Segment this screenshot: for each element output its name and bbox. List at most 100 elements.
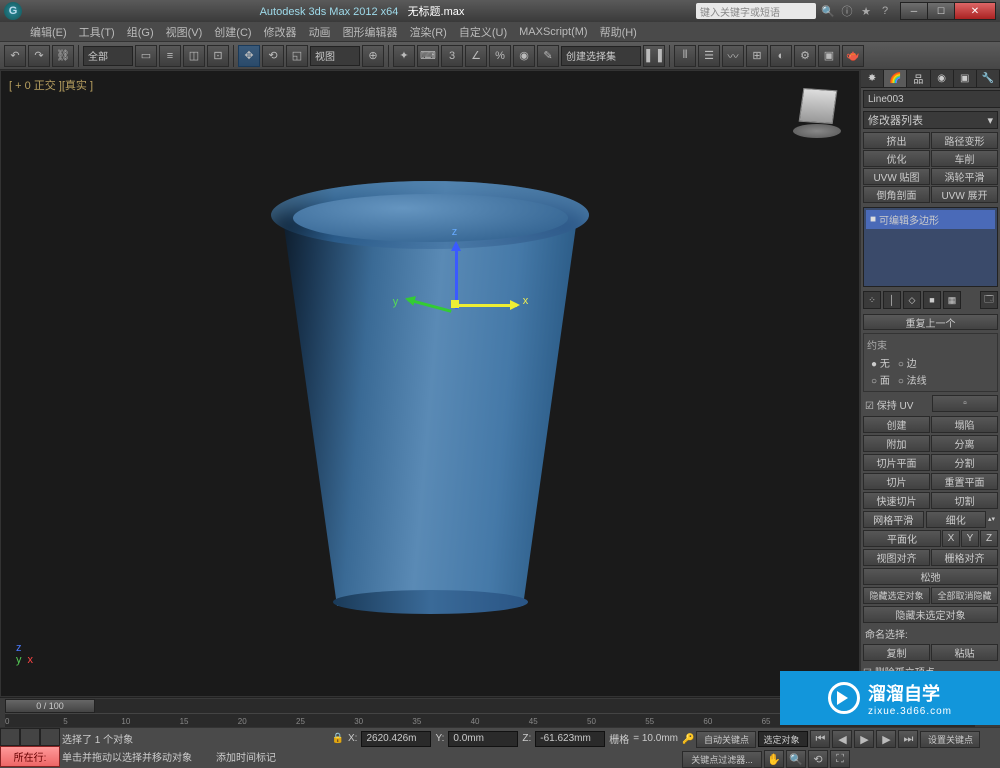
menu-modifiers[interactable]: 修改器 [258, 22, 303, 42]
undo-icon[interactable]: ↶ [4, 45, 26, 67]
goto-line[interactable]: 所在行: [0, 746, 60, 767]
menu-grapheditors[interactable]: 图形编辑器 [337, 22, 404, 42]
maximize-button[interactable] [927, 2, 955, 20]
subobj-edge-icon[interactable]: │ [883, 291, 901, 309]
curveeditor-icon[interactable]: 〰 [722, 45, 744, 67]
btn-cut[interactable]: 切割 [931, 492, 998, 509]
btn-turbosmooth[interactable]: 涡轮平滑 [931, 168, 998, 185]
editnamedselset-icon[interactable]: ✎ [537, 45, 559, 67]
refcoord-dropdown[interactable]: 视图 [310, 46, 360, 66]
question-icon[interactable]: ? [877, 3, 893, 19]
nav-orbit-icon[interactable]: ⟲ [808, 750, 828, 768]
btn-copy[interactable]: 复制 [863, 644, 930, 661]
check-preserve-uv[interactable]: 保持 UV [863, 395, 931, 414]
play-icon[interactable]: ▶ [854, 730, 874, 748]
filter-dropdown[interactable]: 全部 [83, 46, 133, 66]
btn-setkey[interactable]: 设置关键点 [920, 731, 980, 748]
percentsnap-icon[interactable]: % [489, 45, 511, 67]
keymode-dropdown[interactable]: 选定对象 [758, 731, 808, 747]
tab-utilities[interactable]: 🔧 [977, 70, 1000, 87]
btn-resetplane[interactable]: 重置平面 [931, 473, 998, 490]
btn-gridalign[interactable]: 栅格对齐 [931, 549, 998, 566]
tab-display[interactable]: ▣ [954, 70, 977, 87]
menu-customize[interactable]: 自定义(U) [453, 22, 513, 42]
btn-tessellate[interactable]: 细化 [926, 511, 987, 528]
pivot-icon[interactable]: ⊕ [362, 45, 384, 67]
script-btn2[interactable] [20, 728, 40, 746]
play-start-icon[interactable]: ⏮ [810, 730, 830, 748]
namedselset-dropdown[interactable]: 创建选择集 [561, 46, 641, 66]
anglesnap-icon[interactable]: ∠ [465, 45, 487, 67]
subobj-vertex-icon[interactable]: ⁘ [863, 291, 881, 309]
select-name-icon[interactable]: ≡ [159, 45, 181, 67]
keymode-icon[interactable]: ⌨ [417, 45, 439, 67]
spinner-icon[interactable]: ▴▾ [988, 516, 998, 523]
btn-create[interactable]: 创建 [863, 416, 930, 433]
btn-hidesel[interactable]: 隐藏选定对象 [863, 587, 930, 604]
stack-config-icon[interactable]: 🗔 [980, 291, 998, 309]
btn-paste[interactable]: 粘贴 [931, 644, 998, 661]
select-region-icon[interactable]: ◫ [183, 45, 205, 67]
mirror-icon[interactable]: ▌▐ [643, 45, 665, 67]
btn-attach[interactable]: 附加 [863, 435, 930, 452]
btn-hideunsel[interactable]: 隐藏未选定对象 [863, 606, 998, 623]
redo-icon[interactable]: ↷ [28, 45, 50, 67]
spinnersnap-icon[interactable]: ◉ [513, 45, 535, 67]
nav-max-icon[interactable]: ⛶ [830, 750, 850, 768]
close-button[interactable] [954, 2, 996, 20]
info-icon[interactable]: ⓘ [839, 3, 855, 19]
stack-item[interactable]: 可编辑多边形 [866, 210, 995, 229]
renderframe-icon[interactable]: ▣ [818, 45, 840, 67]
radio-edge[interactable]: 边 [898, 355, 917, 370]
rotate-icon[interactable]: ⟲ [262, 45, 284, 67]
radio-face[interactable]: 面 [871, 372, 890, 387]
btn-keyfilter[interactable]: 关键点过滤器... [682, 751, 762, 768]
manipulate-icon[interactable]: ✦ [393, 45, 415, 67]
search-input[interactable]: 键入关键字或短语 [696, 3, 816, 19]
object-name-input[interactable] [863, 90, 1000, 108]
subobj-border-icon[interactable]: ◇ [903, 291, 921, 309]
menu-views[interactable]: 视图(V) [160, 22, 209, 42]
btn-pathdeform[interactable]: 路径变形 [931, 132, 998, 149]
btn-bevelprofile[interactable]: 倒角剖面 [863, 186, 930, 203]
btn-viewalign[interactable]: 视图对齐 [863, 549, 930, 566]
app-icon[interactable]: G [4, 2, 22, 20]
btn-sliceplane[interactable]: 切片平面 [863, 454, 930, 471]
btn-planar-z[interactable]: Z [980, 530, 998, 547]
window-crossing-icon[interactable]: ⊡ [207, 45, 229, 67]
radio-normal[interactable]: 法线 [898, 372, 927, 387]
btn-lathe[interactable]: 车削 [931, 150, 998, 167]
script-btn3[interactable] [40, 728, 60, 746]
nav-zoom-icon[interactable]: 🔍 [786, 750, 806, 768]
tab-hierarchy[interactable]: 品 [907, 70, 930, 87]
nav-pan-icon[interactable]: ✋ [764, 750, 784, 768]
materialeditor-icon[interactable]: ◐ [770, 45, 792, 67]
coord-y[interactable]: 0.0mm [448, 731, 518, 747]
btn-planar-y[interactable]: Y [961, 530, 979, 547]
lock-icon[interactable]: 🔒 [332, 733, 344, 744]
btn-autokey[interactable]: 自动关键点 [696, 731, 756, 748]
menu-edit[interactable]: 编辑(E) [24, 22, 73, 42]
btn-unhideall[interactable]: 全部取消隐藏 [931, 587, 998, 604]
viewcube[interactable] [781, 89, 841, 144]
star-icon[interactable]: ★ [858, 3, 874, 19]
minimize-button[interactable] [900, 2, 928, 20]
move-icon[interactable]: ✥ [238, 45, 260, 67]
scale-icon[interactable]: ◱ [286, 45, 308, 67]
btn-uvwmap[interactable]: UVW 贴图 [863, 168, 930, 185]
render-icon[interactable]: 🫖 [842, 45, 864, 67]
link-icon[interactable]: ⛓ [52, 45, 74, 67]
play-end-icon[interactable]: ⏭ [898, 730, 918, 748]
layers-icon[interactable]: ☰ [698, 45, 720, 67]
tab-motion[interactable]: ◉ [931, 70, 954, 87]
tab-create[interactable]: ✸ [861, 70, 884, 87]
btn-split[interactable]: 分割 [931, 454, 998, 471]
menu-help[interactable]: 帮助(H) [594, 22, 643, 42]
btn-relax[interactable]: 松弛 [863, 568, 998, 585]
subobj-poly-icon[interactable]: ■ [923, 291, 941, 309]
menu-group[interactable]: 组(G) [121, 22, 160, 42]
menu-maxscript[interactable]: MAXScript(M) [513, 24, 593, 40]
rendersetup-icon[interactable]: ⚙ [794, 45, 816, 67]
time-handle[interactable]: 0 / 100 [5, 699, 95, 713]
menu-tools[interactable]: 工具(T) [73, 22, 121, 42]
